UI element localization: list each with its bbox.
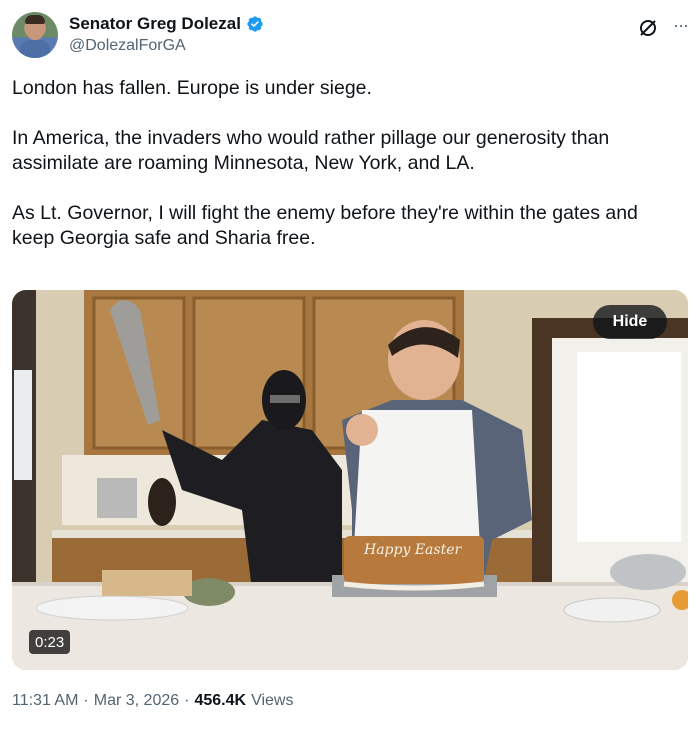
- video-duration-badge: 0:23: [29, 630, 71, 654]
- more-icon[interactable]: ···: [673, 16, 689, 34]
- tweet-paragraph: In America, the invaders who would rathe…: [12, 127, 610, 174]
- grok-icon[interactable]: [638, 18, 658, 38]
- tweet-header: Senator Greg Dolezal @DolezalForGA ···: [12, 12, 689, 62]
- video-thumbnail: Happy Easter: [12, 290, 688, 670]
- video-player[interactable]: Happy Easter Hide 0:23: [12, 290, 688, 670]
- cake-inscription: Happy Easter: [363, 542, 463, 558]
- tweet-text: London has fallen. Europe is under siege…: [12, 76, 684, 251]
- author-name-row: Senator Greg Dolezal: [69, 14, 264, 34]
- tweet-paragraph: London has fallen. Europe is under siege…: [12, 77, 372, 99]
- author-display-name[interactable]: Senator Greg Dolezal: [69, 14, 241, 34]
- tweet-meta: 11:31 AM · Mar 3, 2026 · 456.4K Views: [12, 692, 293, 710]
- hide-button[interactable]: Hide: [593, 305, 667, 339]
- tweet-date[interactable]: Mar 3, 2026: [94, 692, 179, 710]
- tweet-time[interactable]: 11:31 AM: [12, 692, 78, 710]
- tweet-paragraph: As Lt. Governor, I will fight the enemy …: [12, 202, 638, 249]
- views-count: 456.4K: [194, 692, 247, 709]
- meta-separator: ·: [184, 692, 190, 709]
- author-handle[interactable]: @DolezalForGA: [69, 37, 186, 55]
- avatar[interactable]: [12, 12, 58, 58]
- views-label: Views: [251, 692, 294, 709]
- verified-badge-icon[interactable]: [246, 15, 264, 33]
- meta-separator: ·: [83, 692, 89, 709]
